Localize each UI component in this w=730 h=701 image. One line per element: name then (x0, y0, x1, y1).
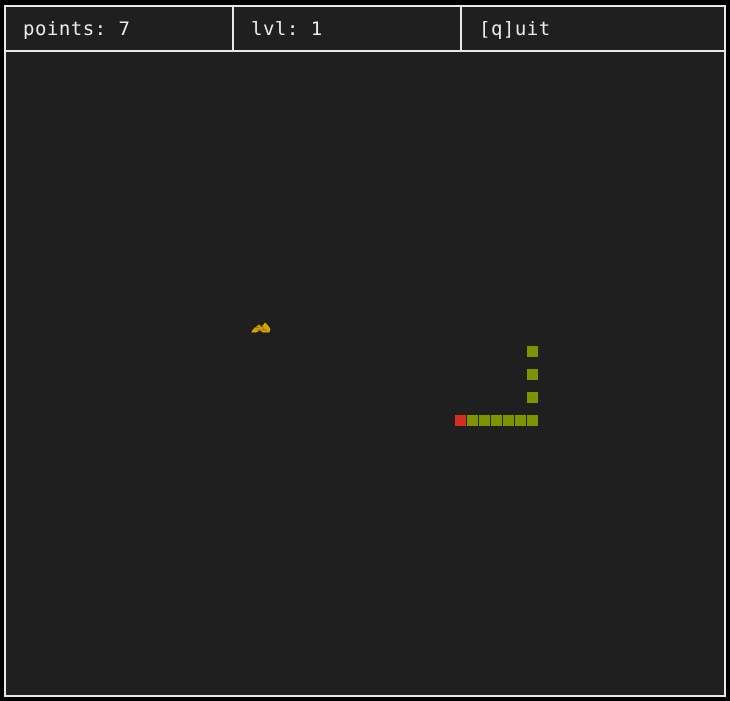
snake-segment (527, 369, 538, 380)
points-counter: points: 7 (6, 7, 234, 50)
snake-segment (467, 415, 478, 426)
game-canvas (251, 322, 538, 426)
game-board (4, 51, 726, 697)
snake-segment (503, 415, 514, 426)
snake-segment (527, 346, 538, 357)
snake-segment (527, 415, 538, 426)
status-bar: points: 7 lvl: 1 [q]uit (4, 5, 726, 52)
snake-segment (479, 415, 490, 426)
snake-segment (491, 415, 502, 426)
food-icon (251, 322, 271, 333)
snake-game-window: points: 7 lvl: 1 [q]uit (0, 0, 730, 701)
snake-segment (527, 392, 538, 403)
quit-hint[interactable]: [q]uit (462, 7, 724, 50)
level-indicator: lvl: 1 (234, 7, 462, 50)
snake-head (455, 415, 466, 426)
snake-segment (515, 415, 526, 426)
